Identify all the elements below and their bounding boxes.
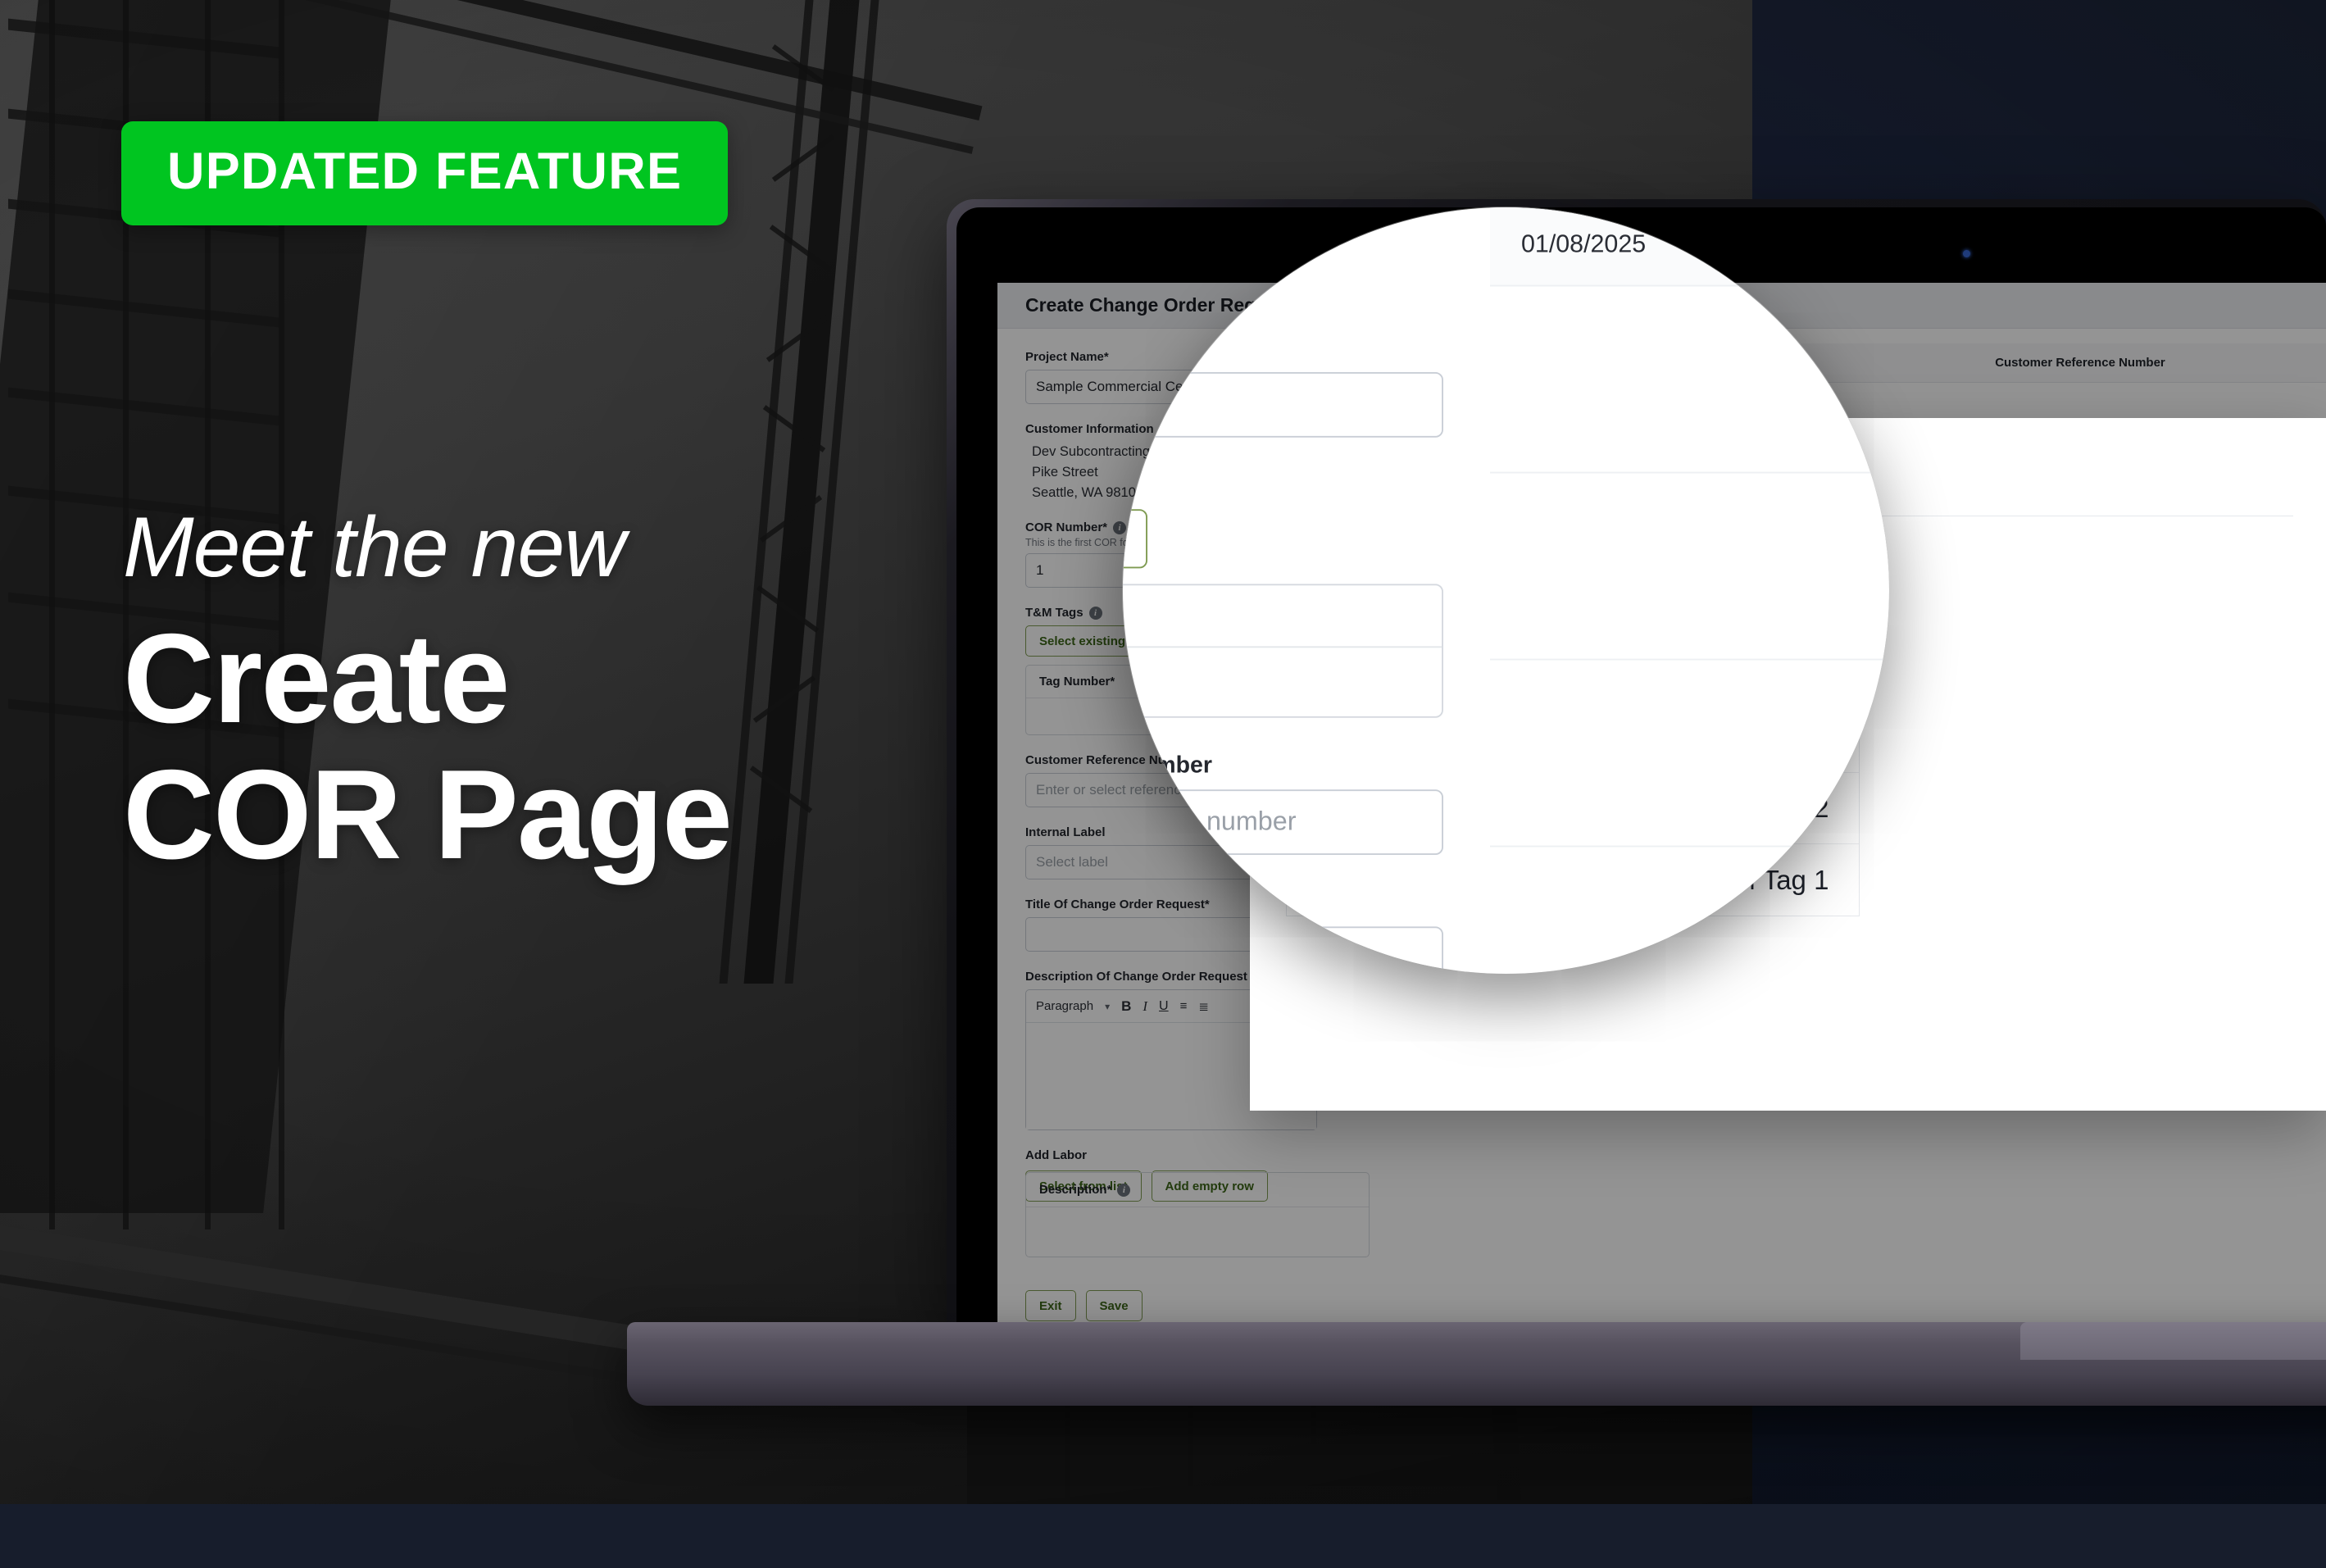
bulleted-list-icon[interactable]: ≡ bbox=[1180, 999, 1188, 1013]
cor-number-label: COR Number* i bbox=[1123, 310, 1443, 336]
cor-number-input[interactable]: 1 bbox=[1123, 372, 1443, 439]
customer-line-2: Seattle, WA 98101 bbox=[1123, 238, 1443, 276]
form-footer: Exit Save bbox=[997, 1275, 2326, 1322]
chevron-down-icon[interactable]: ▾ bbox=[1105, 1001, 1110, 1012]
internal-label-select[interactable]: Select label bbox=[1123, 926, 1443, 974]
info-icon[interactable]: i bbox=[1117, 1183, 1131, 1197]
headline-bold-line2: COR Page bbox=[123, 743, 733, 885]
table-row[interactable]: 01/08/2025 bbox=[1490, 207, 1889, 287]
select-existing-tag-button[interactable]: Select existing tag bbox=[1123, 509, 1147, 569]
internal-label-label: Internal Label bbox=[1123, 889, 1443, 916]
right-panel: Date signed Customer Reference Number 01… bbox=[1490, 207, 1889, 974]
customer-reference-input[interactable]: Enter or select reference number bbox=[1123, 789, 1443, 856]
signed-tags-table: Date signed Customer Reference Number 01… bbox=[1490, 207, 1889, 848]
tm-tags-empty-row bbox=[1123, 648, 1442, 717]
laptop-base-lip bbox=[2020, 1322, 2326, 1360]
paragraph-style-select[interactable]: Paragraph bbox=[1036, 999, 1093, 1013]
tm-tags-label: T&M Tags i bbox=[1123, 472, 1443, 498]
customer-reference-group: Customer Reference Number Enter or selec… bbox=[1123, 752, 1443, 856]
headline-italic: Meet the new bbox=[123, 500, 625, 595]
updated-feature-badge: UPDATED FEATURE bbox=[121, 121, 729, 225]
customer-reference-label: Customer Reference Number bbox=[1123, 752, 1212, 779]
cor-number-value: 1 bbox=[1036, 562, 1044, 579]
bottom-bar bbox=[0, 1504, 2326, 1568]
internal-label-group: Internal Label Select label bbox=[1123, 889, 1443, 974]
cell-date-signed: 01/08/2025 bbox=[1490, 207, 1889, 287]
exit-button[interactable]: Exit bbox=[1025, 1290, 1076, 1321]
magnifier-lens: Create Change Order Request Project Name… bbox=[1123, 207, 1889, 974]
save-button[interactable]: Save bbox=[1085, 1290, 1143, 1321]
tm-tags-group: T&M Tags i Select existing tag Tag Numbe… bbox=[1123, 472, 1443, 719]
tm-tags-label-text: T&M Tags bbox=[1025, 606, 1083, 620]
labor-description-header: Description* i bbox=[1026, 1173, 1369, 1207]
add-labor-label: Add Labor bbox=[1025, 1148, 1087, 1163]
underline-button[interactable]: U bbox=[1159, 999, 1169, 1014]
info-icon[interactable]: i bbox=[1088, 606, 1102, 620]
labor-empty-row bbox=[1026, 1207, 1369, 1257]
pagination-label: 1 to 3 of 3 bbox=[1490, 848, 1889, 936]
magnified-content: Create Change Order Request Project Name… bbox=[1123, 207, 1889, 974]
col-customer-reference[interactable]: Customer Reference Number bbox=[1978, 343, 2326, 383]
webcam-icon bbox=[1963, 250, 1970, 257]
customer-information-group: Customer Information Dev Subcontracting … bbox=[1123, 207, 1443, 276]
italic-button[interactable]: I bbox=[1143, 998, 1147, 1015]
badge-label: UPDATED FEATURE bbox=[167, 143, 683, 200]
cor-number-help: This is the first COR for this project bbox=[1123, 341, 1191, 364]
cor-form: Project Name* Sample Commercial Center C… bbox=[1123, 207, 1490, 974]
labor-description-col: Description* i bbox=[1025, 1172, 1370, 1257]
laptop-base bbox=[627, 1322, 2326, 1406]
headline-bold-line1: Create bbox=[123, 607, 510, 750]
numbered-list-icon[interactable]: ≣ bbox=[1198, 999, 1209, 1014]
customer-line-1: Pike Street bbox=[1123, 207, 1443, 238]
tag-number-column-header: Tag Number* bbox=[1123, 586, 1442, 648]
cor-number-group: COR Number* i This is the first COR for … bbox=[1123, 310, 1443, 439]
cor-number-label-text: COR Number* bbox=[1025, 520, 1108, 535]
headline-block: Meet the new Create COR Page bbox=[123, 504, 943, 883]
labor-table: Description* i bbox=[1025, 1172, 1370, 1257]
tm-tags-table: Tag Number* bbox=[1123, 584, 1443, 719]
bold-button[interactable]: B bbox=[1121, 998, 1131, 1015]
labor-description-header-text: Description* bbox=[1039, 1183, 1112, 1197]
cor-application: Create Change Order Request Project Name… bbox=[1123, 207, 1889, 974]
